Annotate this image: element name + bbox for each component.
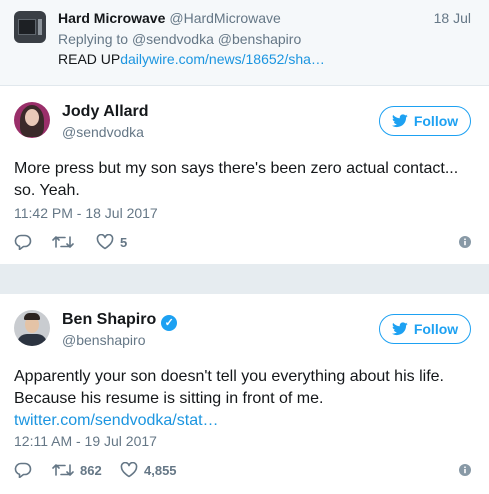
- like-count: 5: [120, 234, 128, 250]
- author-name[interactable]: Ben Shapiro: [62, 311, 156, 328]
- avatar[interactable]: [14, 310, 50, 346]
- avatar-face: [25, 109, 39, 126]
- microwave-door: [18, 19, 36, 35]
- avatar[interactable]: [14, 102, 50, 138]
- avatar-hair: [24, 313, 40, 320]
- tweet-card: Ben Shapiro ✓ @benshapiro Follow Apparent…: [0, 294, 489, 494]
- author-name[interactable]: Hard Microwave: [58, 10, 165, 26]
- avatar-suit: [17, 334, 47, 346]
- tweet-text: More press but my son says there's been …: [14, 160, 459, 199]
- parent-tweet[interactable]: Hard Microwave @HardMicrowave 18 Jul Repl…: [0, 0, 489, 86]
- info-icon: [459, 464, 471, 476]
- author-handle[interactable]: @sendvodka: [62, 124, 144, 140]
- parent-tweet-header: Hard Microwave @HardMicrowave: [58, 10, 281, 26]
- reply-icon: [14, 234, 32, 250]
- verified-badge-icon: ✓: [161, 315, 178, 331]
- retweet-button[interactable]: [52, 232, 80, 252]
- reply-button[interactable]: [14, 460, 32, 480]
- follow-button[interactable]: Follow: [379, 106, 471, 136]
- retweet-icon: [52, 236, 74, 248]
- reply-icon: [14, 462, 32, 478]
- microwave-panel: [38, 19, 42, 35]
- twitter-bird-icon: [391, 114, 408, 128]
- like-count: 4,855: [144, 462, 177, 478]
- retweet-button[interactable]: 862: [52, 460, 102, 480]
- author-handle[interactable]: @HardMicrowave: [169, 10, 280, 26]
- follow-label: Follow: [413, 113, 459, 129]
- author-name[interactable]: Jody Allard: [62, 103, 149, 121]
- tweet-card: Jody Allard @sendvodka Follow More press…: [0, 86, 489, 264]
- tweet-text: Apparently your son doesn't tell you eve…: [14, 368, 444, 407]
- info-icon: [459, 236, 471, 248]
- tweet-text: READ UP: [58, 51, 121, 67]
- tweet-actions: 5: [14, 232, 471, 252]
- more-info-button[interactable]: [459, 460, 471, 480]
- more-info-button[interactable]: [459, 232, 471, 252]
- heart-icon: [120, 462, 138, 478]
- heart-icon: [96, 234, 114, 250]
- replying-to-label: Replying to: [58, 31, 129, 47]
- author-handle[interactable]: @benshapiro: [62, 332, 146, 348]
- tweet-link[interactable]: twitter.com/sendvodka/stat…: [14, 410, 479, 432]
- avatar[interactable]: [14, 11, 46, 43]
- follow-button[interactable]: Follow: [379, 314, 471, 344]
- tweet-body: Apparently your son doesn't tell you eve…: [14, 366, 479, 432]
- author-name-line: Ben Shapiro ✓: [62, 311, 178, 331]
- retweet-icon: [52, 464, 74, 476]
- tweet-timestamp[interactable]: 12:11 AM - 19 Jul 2017: [14, 433, 157, 449]
- tweet-date[interactable]: 18 Jul: [434, 10, 471, 26]
- tweet-actions: 862 4,855: [14, 460, 471, 480]
- parent-tweet-text: READ UPdailywire.com/news/18652/sha…: [58, 51, 325, 67]
- twitter-bird-icon: [391, 322, 408, 336]
- tweet-link[interactable]: dailywire.com/news/18652/sha…: [120, 51, 325, 67]
- follow-label: Follow: [413, 321, 459, 337]
- tweet-timestamp[interactable]: 11:42 PM - 18 Jul 2017: [14, 205, 158, 221]
- retweet-count: 862: [80, 462, 102, 478]
- like-button[interactable]: 5: [96, 232, 127, 252]
- like-button[interactable]: 4,855: [120, 460, 177, 480]
- reply-button[interactable]: [14, 232, 32, 252]
- replying-to: Replying to @sendvodka @benshapiro: [58, 31, 301, 47]
- replying-to-handles[interactable]: @sendvodka @benshapiro: [132, 31, 301, 47]
- tweet-thread: Hard Microwave @HardMicrowave 18 Jul Repl…: [0, 0, 489, 494]
